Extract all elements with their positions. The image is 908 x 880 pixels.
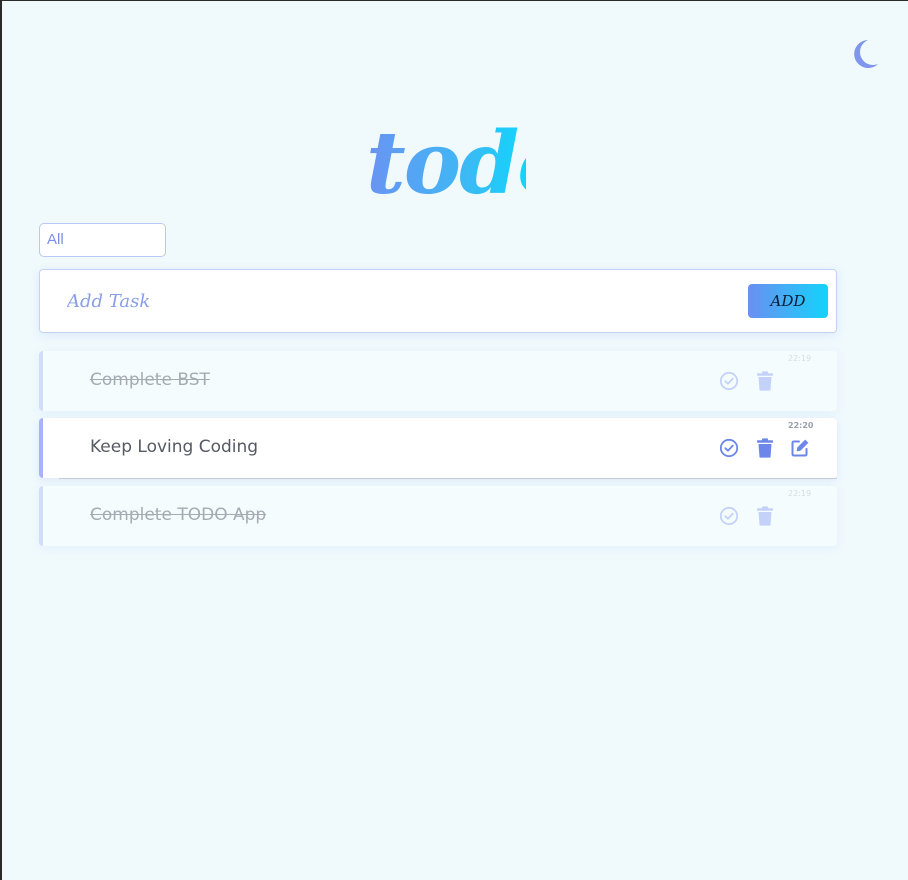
app-logo: todo [366,114,526,214]
task-timestamp: 22:19 [788,489,812,498]
complete-task-button[interactable] [718,370,740,392]
check-circle-icon [719,371,739,391]
task-item: 22:19 Complete TODO App [39,486,837,546]
task-text: Complete BST [90,370,210,390]
add-task-form: ADD [39,269,837,333]
check-circle-icon [719,438,739,458]
filter-select[interactable]: All [39,223,166,257]
trash-icon [757,371,773,391]
trash-icon [757,506,773,526]
task-item: 22:19 Complete BST [39,351,837,411]
task-text: Keep Loving Coding [90,437,259,457]
theme-toggle-button[interactable] [846,36,882,72]
task-timestamp: 22:20 [788,421,814,430]
delete-task-button[interactable] [754,505,776,527]
add-task-button[interactable]: ADD [748,284,828,318]
window-left-border [0,0,2,880]
edit-task-button[interactable] [789,437,811,459]
moon-icon [854,40,878,68]
check-circle-icon [719,506,739,526]
delete-task-button[interactable] [754,370,776,392]
delete-task-button[interactable] [754,437,776,459]
task-text: Complete TODO App [90,505,267,525]
complete-task-button[interactable] [718,505,740,527]
trash-icon [757,438,773,458]
window-top-border [0,0,908,1]
add-task-input[interactable] [67,284,667,318]
edit-icon [791,439,809,457]
complete-task-button[interactable] [718,437,740,459]
task-item: 22:20 Keep Loving Coding [39,418,837,479]
task-timestamp: 22:19 [788,354,812,363]
